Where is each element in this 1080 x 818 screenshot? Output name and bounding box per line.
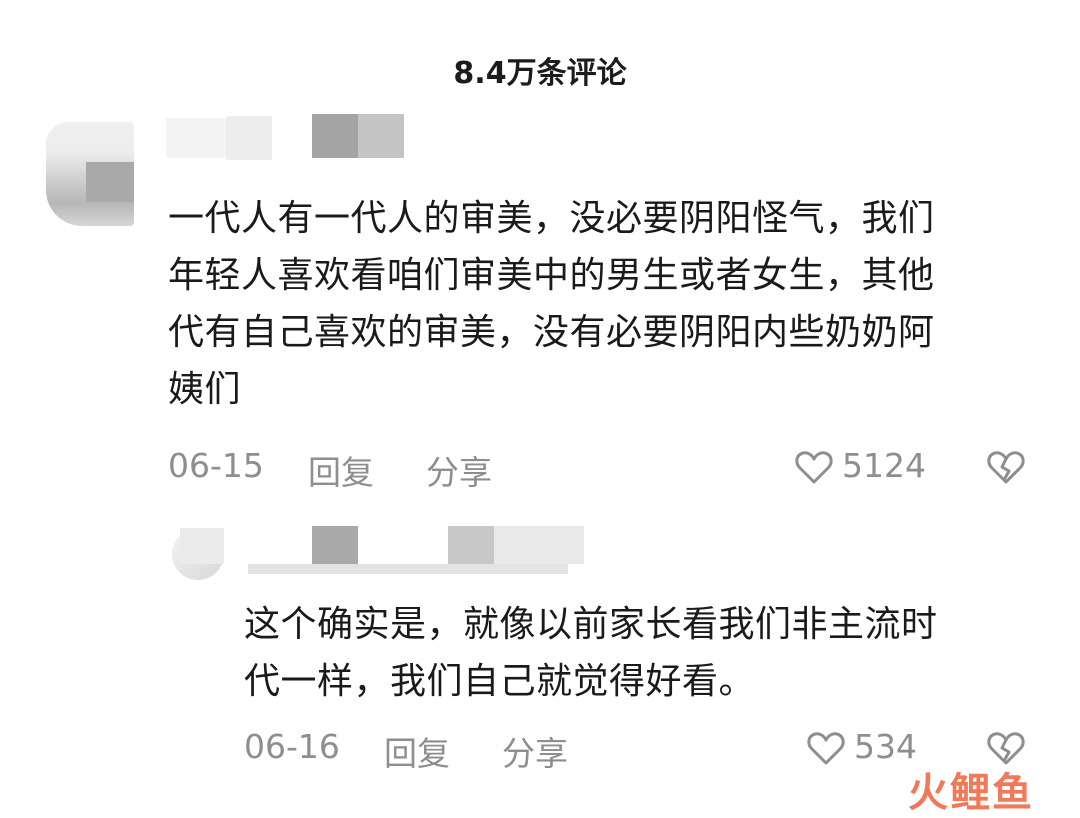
comment-text: 一代人有一代人的审美，没必要阴阳怪气，我们 年轻人喜欢看咱们审美中的男生或者女生…	[168, 190, 935, 418]
reply-button[interactable]: 回复	[384, 727, 450, 775]
reply-button[interactable]: 回复	[308, 446, 374, 494]
comment-text-line: 一代人有一代人的审美，没必要阴阳怪气，我们	[168, 198, 935, 239]
comment-text-line: 代一样，我们自己就觉得好看。	[244, 661, 756, 702]
comment-text: 这个确实是，就像以前家长看我们非主流时 代一样，我们自己就觉得好看。	[244, 596, 938, 710]
comment-text-line: 年轻人喜欢看咱们审美中的男生或者女生，其他	[168, 255, 935, 296]
like-count: 5124	[842, 446, 926, 485]
heart-outline-icon[interactable]	[806, 728, 846, 768]
comment-text-line: 这个确实是，就像以前家长看我们非主流时	[244, 604, 938, 645]
broken-heart-icon[interactable]	[986, 447, 1026, 487]
heart-outline-icon[interactable]	[794, 447, 834, 487]
share-button[interactable]: 分享	[426, 446, 492, 494]
comment-date: 06-15	[168, 446, 264, 485]
avatar[interactable]	[46, 122, 134, 226]
comment-date: 06-16	[244, 727, 340, 766]
watermark-logo: 火鲤鱼	[908, 770, 1034, 816]
comment-text-line: 姨们	[168, 369, 242, 410]
share-button[interactable]: 分享	[502, 727, 568, 775]
comment-text-line: 代有自己喜欢的审美，没有必要阴阳内些奶奶阿	[168, 312, 935, 353]
comment-count-title: 8.4万条评论	[453, 56, 627, 91]
